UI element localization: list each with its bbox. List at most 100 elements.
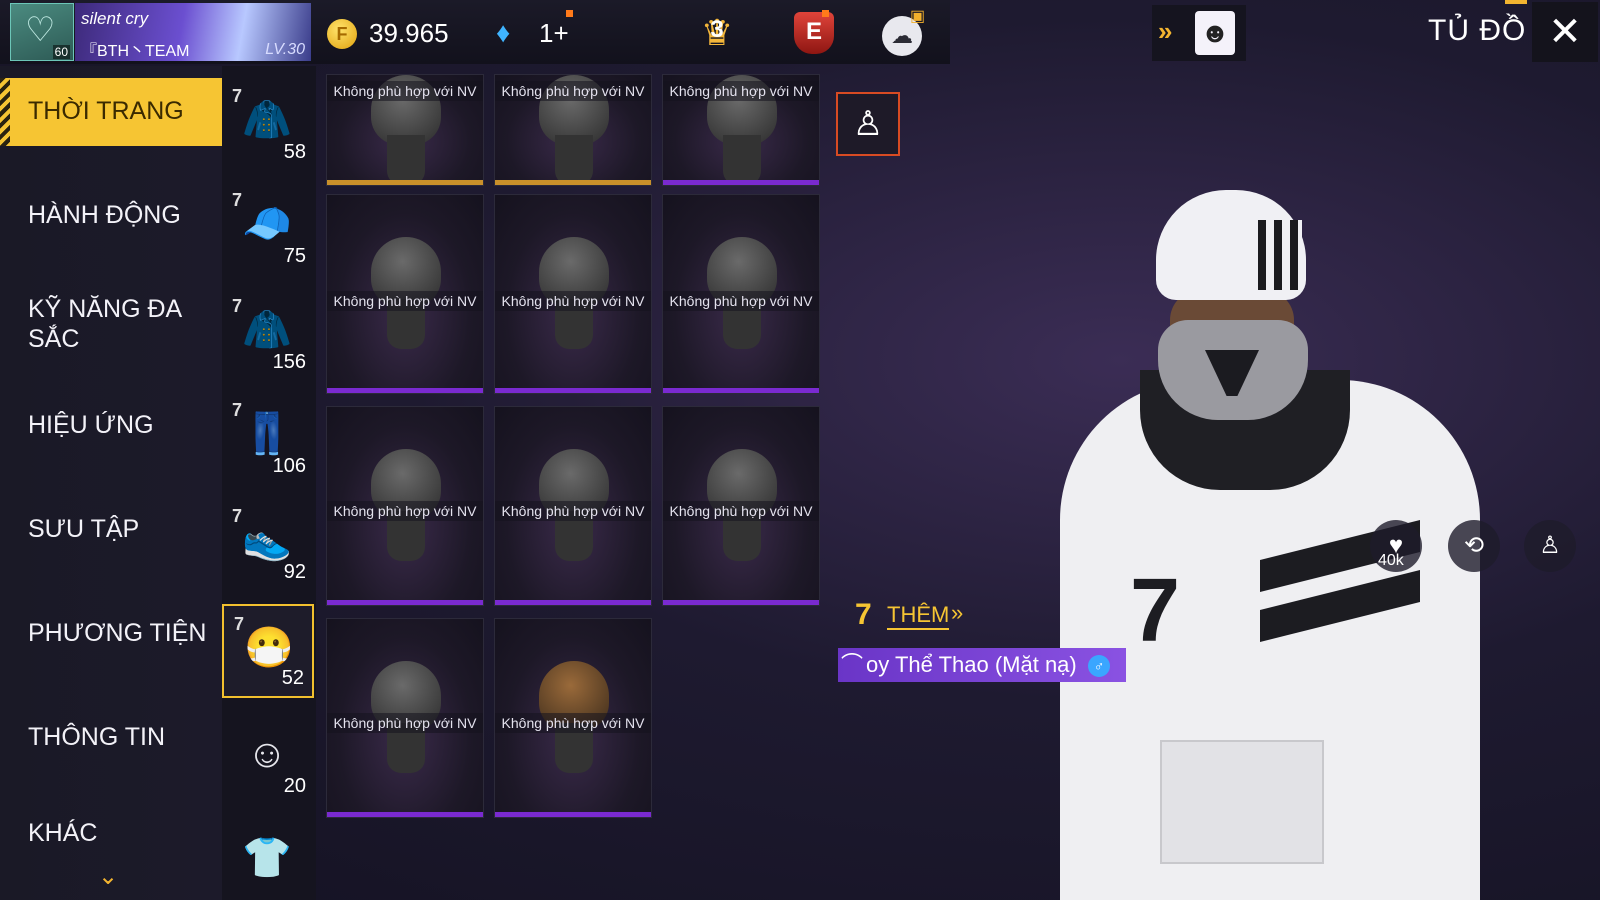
category-collection[interactable]: SƯU TẬP: [0, 492, 222, 584]
item-count: 52: [281, 667, 304, 689]
incompatible-note: Không phù hợp với NV: [495, 713, 651, 733]
hoodie-pocket: [1160, 740, 1324, 864]
item-count: 92: [283, 561, 306, 583]
brand-tag-icon: 7: [232, 400, 243, 420]
brand-tag-icon: 7: [855, 598, 872, 631]
category-actions[interactable]: HÀNH ĐỘNG: [0, 180, 222, 272]
category-label: KỸ NĂNG ĐA SẮC: [28, 295, 183, 353]
item-card[interactable]: Không phù hợp với NV: [326, 74, 484, 186]
subcategory-face[interactable]: ☺ 20: [222, 712, 314, 804]
cap-stripes: [1258, 220, 1302, 290]
incompatible-note: Không phù hợp với NV: [327, 501, 483, 521]
mannequin-slot-icon[interactable]: ♙: [836, 92, 900, 156]
mannequin-neck: [387, 135, 425, 185]
item-card[interactable]: Không phù hợp với NV: [326, 194, 484, 394]
mask-small-icon: ⌒: [840, 652, 863, 677]
item-count: 106: [272, 455, 306, 477]
rotate-phone-icon[interactable]: ⟲: [1448, 520, 1500, 572]
rarity-bar: [495, 812, 651, 817]
category-label: HÀNH ĐỘNG: [28, 201, 181, 229]
chevron-down-icon[interactable]: ⌄: [98, 862, 118, 891]
subcategory-outfit[interactable]: 7 🧥 58: [222, 78, 314, 170]
rarity-bar: [663, 388, 819, 393]
subcategory-shirt[interactable]: 👕: [222, 816, 314, 900]
category-fashion[interactable]: THỜI TRANG: [0, 78, 222, 146]
close-button[interactable]: ✕: [1532, 2, 1598, 62]
item-card[interactable]: Không phù hợp với NV: [494, 618, 652, 818]
diamond-topup-button[interactable]: 1+: [539, 18, 569, 49]
more-label: THÊM: [887, 602, 950, 630]
rarity-bar: [327, 388, 483, 393]
elite-pass-icon[interactable]: E: [794, 12, 834, 54]
gift-icon: ▣: [910, 8, 926, 25]
item-count: 20: [283, 775, 306, 797]
double-chevron-right-icon: »: [951, 600, 964, 625]
incompatible-note: Không phù hợp với NV: [495, 81, 651, 101]
coin-balance: 39.965: [369, 18, 449, 48]
item-card[interactable]: Không phù hợp với NV: [326, 618, 484, 818]
category-label: THÔNG TIN: [28, 723, 166, 751]
avatar-level: 60: [52, 45, 70, 59]
heart-avatar-icon: ♡: [25, 11, 56, 49]
player-name: silent cry: [81, 9, 149, 28]
item-card[interactable]: Không phù hợp với NV: [494, 74, 652, 186]
like-count: 40k: [1378, 552, 1404, 569]
incompatible-note: Không phù hợp với NV: [663, 81, 819, 101]
page-title: TỦ ĐỒ: [1428, 14, 1527, 47]
category-vehicles[interactable]: PHƯƠNG TIỆN: [0, 596, 222, 688]
category-skills[interactable]: KỸ NĂNG ĐA SẮC: [0, 280, 222, 372]
subcategory-cap[interactable]: 7 🧢 75: [222, 182, 314, 274]
rarity-bar: [663, 180, 819, 185]
rank-number: 3: [710, 16, 724, 43]
player-banner[interactable]: silent cry 『BTH丶TEAM LV.30: [75, 3, 311, 61]
subcategory-mask[interactable]: 7 😷 52: [222, 604, 314, 698]
item-card[interactable]: Không phù hợp với NV: [494, 406, 652, 606]
item-card[interactable]: Không phù hợp với NV: [662, 406, 820, 606]
brand-tag-icon: 7: [232, 296, 243, 316]
category-label: SƯU TẬP: [28, 515, 140, 543]
player-avatar[interactable]: ♡ 60: [10, 3, 74, 61]
item-count: 156: [272, 351, 306, 373]
category-label: THỜI TRANG: [28, 97, 184, 125]
item-card[interactable]: Không phù hợp với NV: [662, 194, 820, 394]
rarity-bar: [663, 600, 819, 605]
corner-accent: [1505, 0, 1527, 4]
rank-badge-icon[interactable]: ♛ 3: [692, 12, 742, 58]
equipped-item-name-bar: ⌒ oy Thể Thao (Mặt nạ): [838, 648, 1126, 682]
item-card[interactable]: Không phù hợp với NV: [494, 194, 652, 394]
incompatible-note: Không phù hợp với NV: [663, 291, 819, 311]
incompatible-note: Không phù hợp với NV: [327, 713, 483, 733]
item-card[interactable]: Không phù hợp với NV: [662, 74, 820, 186]
character-view-icon[interactable]: ♙: [1524, 520, 1576, 572]
gold-coin-icon: F: [327, 19, 357, 49]
item-card[interactable]: Không phù hợp với NV: [326, 406, 484, 606]
notification-dot: [566, 10, 573, 17]
mannequin-neck: [555, 135, 593, 185]
incompatible-note: Không phù hợp với NV: [327, 81, 483, 101]
equipped-item-name: oy Thể Thao (Mặt nạ): [866, 652, 1077, 677]
rarity-bar: [495, 388, 651, 393]
shirt-icon: 👕: [242, 836, 292, 880]
item-count: 58: [283, 141, 306, 163]
incompatible-note: Không phù hợp với NV: [663, 501, 819, 521]
double-chevron-right-icon[interactable]: »: [1158, 16, 1172, 47]
incompatible-note: Không phù hợp với NV: [495, 501, 651, 521]
category-label: KHÁC: [28, 819, 98, 847]
character-portrait-icon[interactable]: ☻: [1195, 11, 1235, 55]
notification-dot: [822, 10, 829, 17]
brand-tag-icon: 7: [232, 86, 243, 106]
category-info[interactable]: THÔNG TIN: [0, 700, 222, 792]
subcategory-pants[interactable]: 7 👖 106: [222, 392, 314, 484]
category-effects[interactable]: HIỆU ỨNG: [0, 388, 222, 480]
diamond-icon: ♦: [496, 17, 511, 48]
incompatible-note: Không phù hợp với NV: [495, 291, 651, 311]
subcategory-shoes[interactable]: 7 👟 92: [222, 498, 314, 590]
brand-tag-icon: 7: [234, 614, 245, 634]
subcategory-jacket[interactable]: 7 🧥 156: [222, 288, 314, 380]
rarity-bar: [327, 812, 483, 817]
mannequin-neck: [723, 135, 761, 185]
team-name: 『BTH丶TEAM: [81, 43, 190, 60]
male-gender-icon: ♂: [1088, 655, 1110, 677]
rarity-bar: [495, 600, 651, 605]
category-label: PHƯƠNG TIỆN: [28, 619, 207, 647]
